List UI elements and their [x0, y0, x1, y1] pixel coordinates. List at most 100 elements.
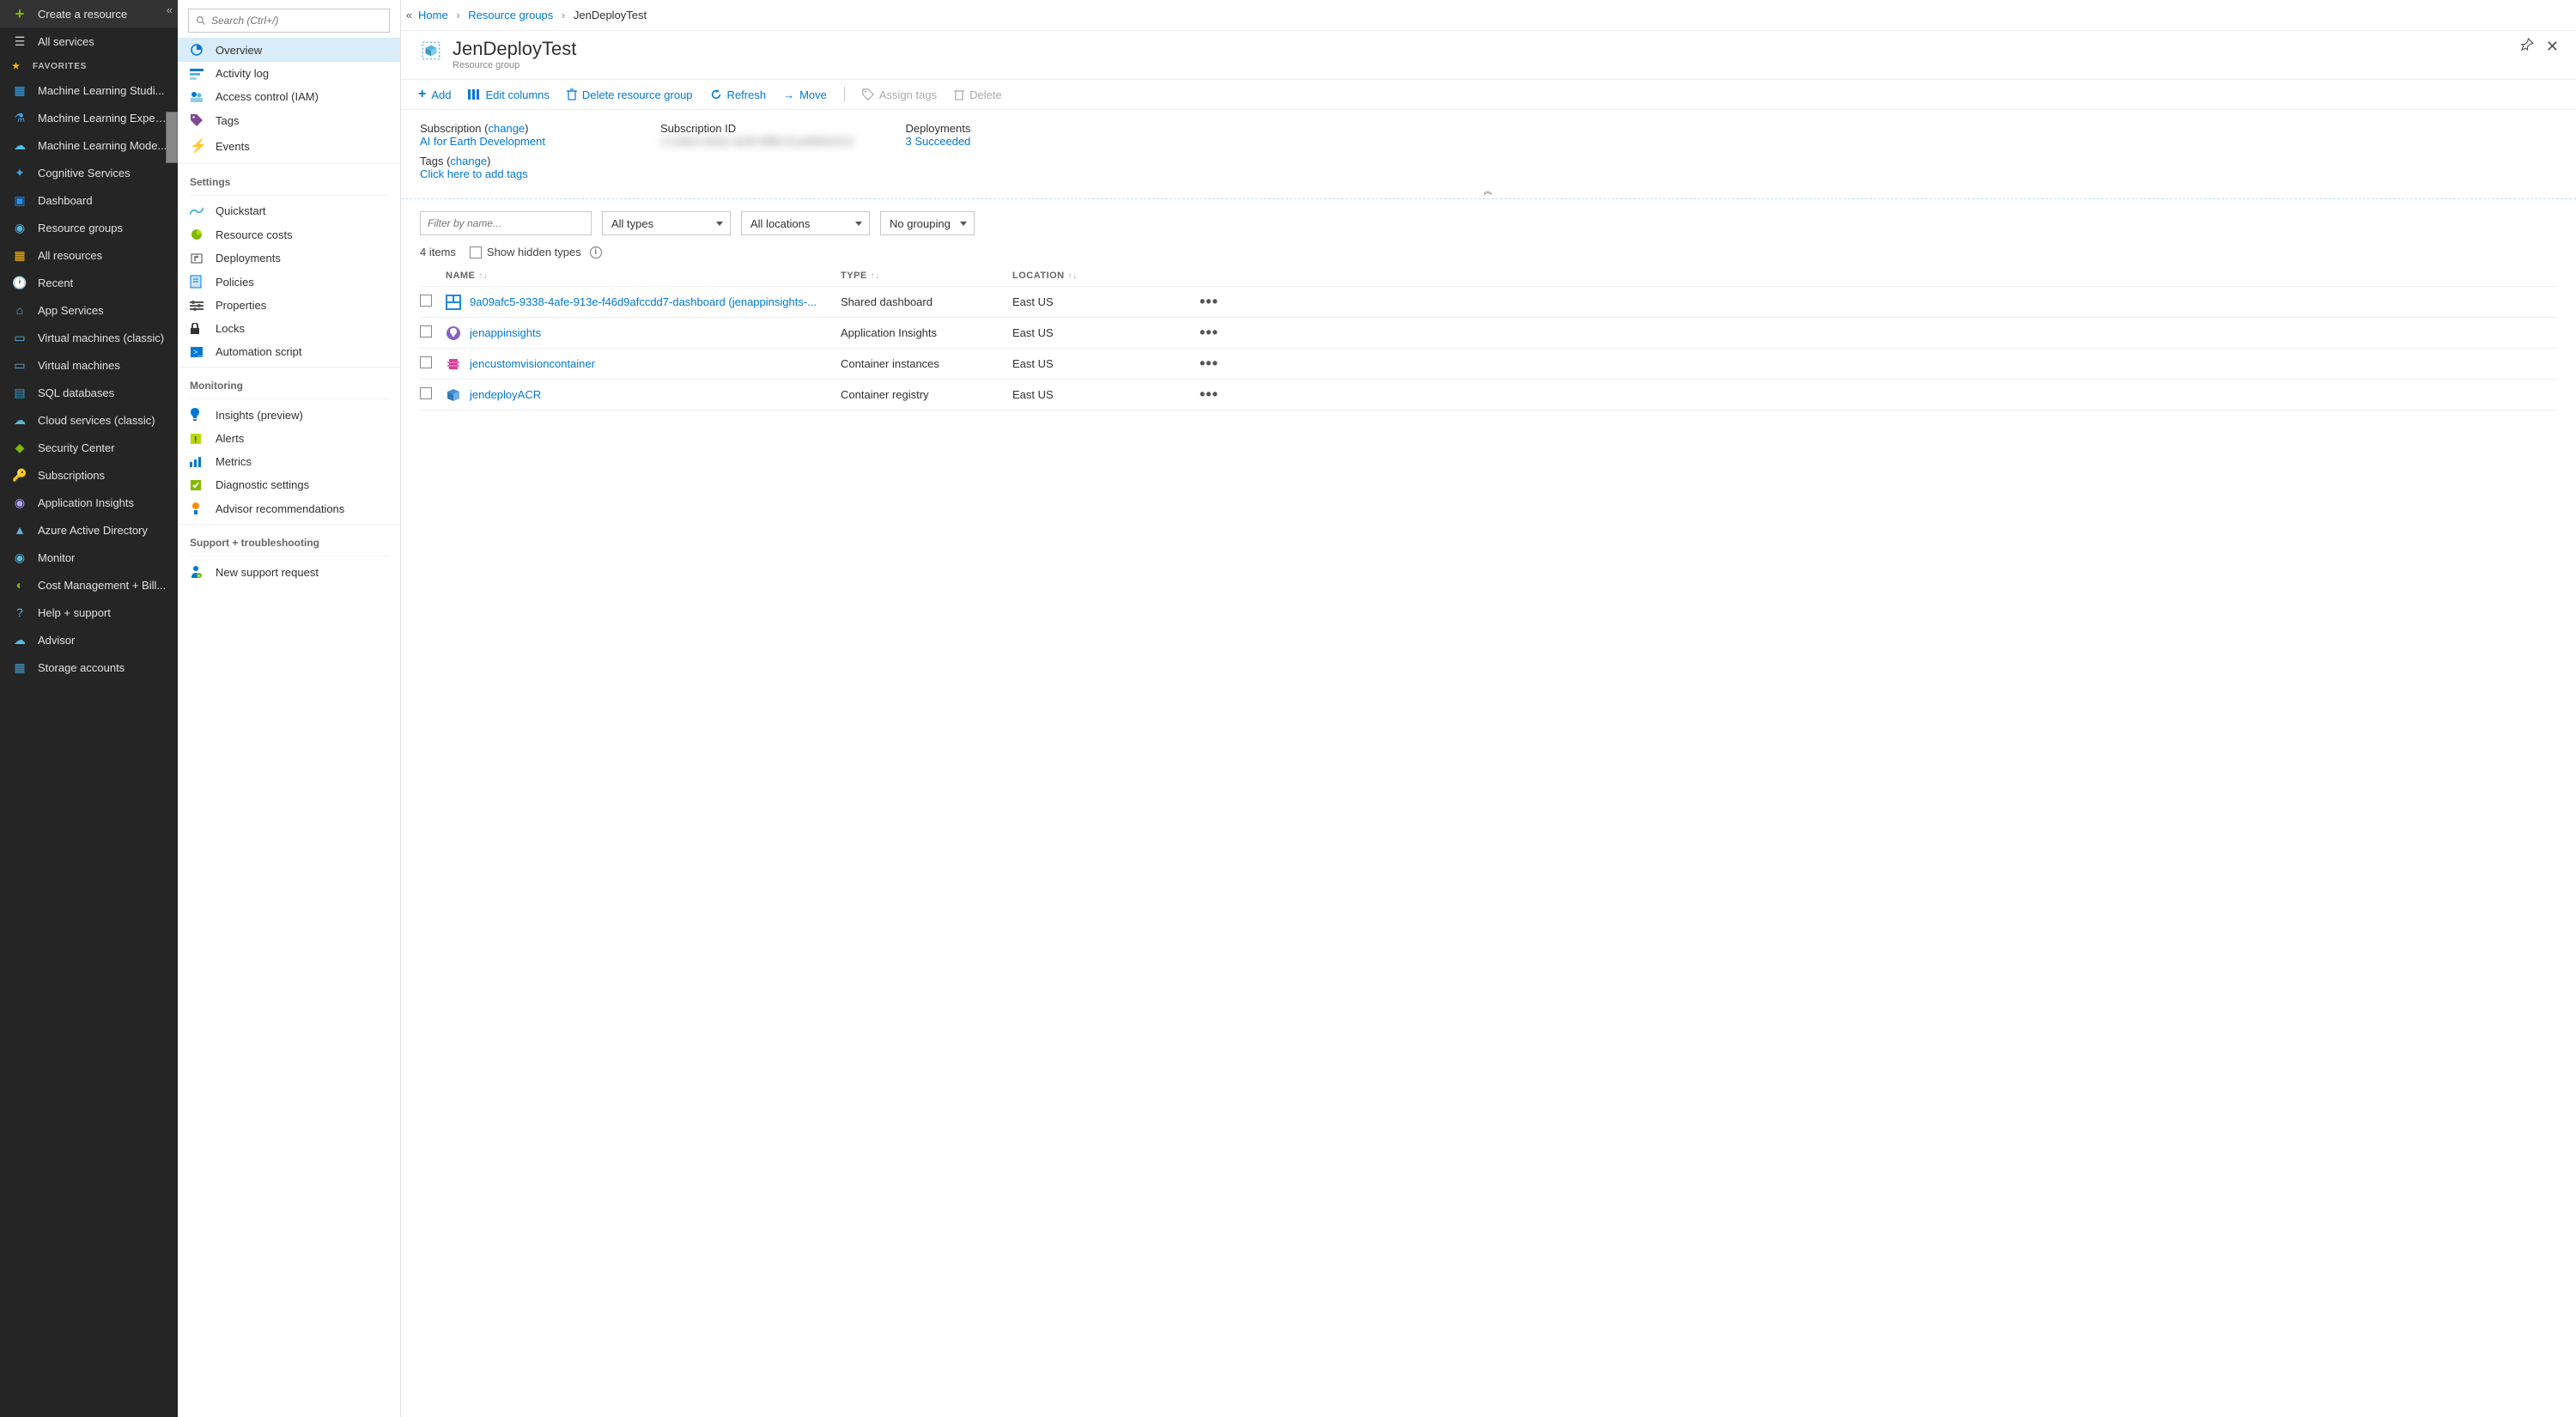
service-icon: ▦	[12, 660, 27, 675]
table-row: jendeployACR Container registry East US …	[420, 380, 2557, 411]
row-context-menu[interactable]: •••	[1184, 386, 1218, 404]
global-nav-sidebar: « + Create a resource ☰ All services ★ F…	[0, 0, 178, 1417]
menu-collapse-icon[interactable]: «	[406, 9, 412, 21]
menu-item-label: Deployments	[216, 252, 281, 265]
menu-item[interactable]: Locks	[178, 317, 400, 340]
sidebar-item[interactable]: 🔑 Subscriptions	[0, 461, 178, 489]
menu-item[interactable]: >_ Automation script	[178, 340, 400, 363]
crumb-home[interactable]: Home	[418, 9, 448, 21]
sidebar-item[interactable]: ⌂ App Services	[0, 296, 178, 324]
filter-types-dropdown[interactable]: All types	[602, 211, 731, 235]
menu-item[interactable]: Deployments	[178, 246, 400, 270]
menu-item[interactable]: Advisor recommendations	[178, 496, 400, 520]
all-services[interactable]: ☰ All services	[0, 27, 178, 55]
menu-item-icon	[190, 323, 207, 335]
menu-search[interactable]	[188, 9, 390, 33]
sidebar-item[interactable]: ◉ Application Insights	[0, 489, 178, 516]
sidebar-item[interactable]: ▦ Machine Learning Studi...	[0, 76, 178, 104]
row-checkbox[interactable]	[420, 295, 432, 307]
menu-item[interactable]: Metrics	[178, 450, 400, 473]
grouping-dropdown[interactable]: No grouping	[880, 211, 975, 235]
resource-name-link[interactable]: jenappinsights	[446, 325, 841, 341]
menu-item-label: Policies	[216, 276, 254, 289]
col-type[interactable]: TYPE↑↓	[841, 271, 1012, 281]
menu-item-icon: !	[190, 433, 207, 445]
sidebar-item[interactable]: ☁ Advisor	[0, 626, 178, 654]
menu-item[interactable]: Tags	[178, 108, 400, 132]
sidebar-scrollbar[interactable]	[166, 112, 178, 163]
create-resource[interactable]: + Create a resource	[0, 0, 178, 27]
arrow-right-icon: →	[783, 88, 794, 101]
col-location[interactable]: LOCATION↑↓	[1012, 271, 1184, 281]
row-context-menu[interactable]: •••	[1184, 355, 1218, 373]
sidebar-item[interactable]: ⚗ Machine Learning Experi...	[0, 104, 178, 131]
menu-item[interactable]: Properties	[178, 294, 400, 317]
sidebar-item[interactable]: ◆ Security Center	[0, 434, 178, 461]
menu-item[interactable]: Overview	[178, 38, 400, 62]
menu-item[interactable]: Resource costs	[178, 222, 400, 246]
col-name[interactable]: NAME↑↓	[446, 271, 841, 281]
service-icon: ▤	[12, 385, 27, 400]
sidebar-item[interactable]: ▦ Storage accounts	[0, 654, 178, 681]
row-checkbox[interactable]	[420, 387, 432, 399]
menu-item[interactable]: Quickstart	[178, 199, 400, 222]
sidebar-item[interactable]: 🕐 Recent	[0, 269, 178, 296]
menu-item-icon	[190, 113, 207, 127]
add-tags-link[interactable]: Click here to add tags	[420, 167, 2557, 180]
edit-columns-button[interactable]: Edit columns	[468, 88, 549, 101]
service-icon: ▦	[12, 82, 27, 98]
sidebar-item[interactable]: ◉ Monitor	[0, 544, 178, 571]
show-hidden-checkbox[interactable]	[470, 246, 482, 258]
delete-rg-button[interactable]: Delete resource group	[567, 88, 693, 101]
sidebar-item[interactable]: ☁ Machine Learning Mode...	[0, 131, 178, 159]
refresh-button[interactable]: Refresh	[710, 88, 767, 101]
deployments-value[interactable]: 3 Succeeded	[906, 135, 1095, 148]
resource-name-link[interactable]: jencustomvisioncontainer	[446, 356, 841, 372]
resource-name-link[interactable]: 9a09afc5-9338-4afe-913e-f46d9afccdd7-das…	[446, 295, 841, 310]
sidebar-item[interactable]: ☁ Cloud services (classic)	[0, 406, 178, 434]
assign-tags-button[interactable]: Assign tags	[862, 88, 937, 101]
row-context-menu[interactable]: •••	[1184, 293, 1218, 311]
service-icon: ⌂	[12, 302, 27, 318]
row-checkbox[interactable]	[420, 356, 432, 368]
menu-item[interactable]: Policies	[178, 270, 400, 294]
filter-name-input[interactable]	[420, 211, 592, 235]
close-icon[interactable]: ✕	[2546, 38, 2559, 56]
sidebar-item[interactable]: ▭ Virtual machines	[0, 351, 178, 379]
filter-locations-dropdown[interactable]: All locations	[741, 211, 870, 235]
menu-item[interactable]: Diagnostic settings	[178, 473, 400, 496]
menu-item-icon	[190, 91, 207, 103]
menu-search-input[interactable]	[211, 15, 382, 27]
change-subscription-link[interactable]: change	[489, 122, 526, 135]
row-checkbox[interactable]	[420, 325, 432, 338]
sidebar-item[interactable]: ▣ Dashboard	[0, 186, 178, 214]
info-icon[interactable]: i	[590, 246, 602, 258]
sidebar-item[interactable]: ◉ Resource groups	[0, 214, 178, 241]
essentials-collapse-icon[interactable]: ︽	[420, 184, 2557, 197]
move-button[interactable]: → Move	[783, 88, 827, 101]
sidebar-item[interactable]: ◐ Cost Management + Bill...	[0, 571, 178, 599]
menu-item[interactable]: Insights (preview)	[178, 403, 400, 427]
add-button[interactable]: + Add	[418, 87, 451, 102]
sidebar-item[interactable]: ▤ SQL databases	[0, 379, 178, 406]
sidebar-item[interactable]: ✦ Cognitive Services	[0, 159, 178, 186]
menu-item[interactable]: Access control (IAM)	[178, 85, 400, 108]
menu-item[interactable]: ! Alerts	[178, 427, 400, 450]
crumb-resource-groups[interactable]: Resource groups	[468, 9, 553, 21]
sidebar-item[interactable]: ▦ All resources	[0, 241, 178, 269]
menu-item[interactable]: Activity log	[178, 62, 400, 85]
pin-icon[interactable]	[2521, 38, 2534, 56]
row-context-menu[interactable]: •••	[1184, 324, 1218, 342]
menu-item[interactable]: ⚡ Events	[178, 132, 400, 160]
delete-button[interactable]: Delete	[954, 88, 1002, 101]
sidebar-item[interactable]: ▭ Virtual machines (classic)	[0, 324, 178, 351]
subscription-value[interactable]: AI for Earth Development	[420, 135, 609, 148]
resource-name-link[interactable]: jendeployACR	[446, 387, 841, 403]
menu-item-label: Events	[216, 140, 250, 153]
sidebar-item[interactable]: ▲ Azure Active Directory	[0, 516, 178, 544]
menu-item[interactable]: + New support request	[178, 560, 400, 584]
sidebar-item[interactable]: ? Help + support	[0, 599, 178, 626]
main-content: Home › Resource groups › JenDeployTest J…	[401, 0, 2576, 1417]
sidebar-collapse-icon[interactable]: «	[167, 3, 173, 16]
change-tags-link[interactable]: change	[450, 155, 487, 167]
